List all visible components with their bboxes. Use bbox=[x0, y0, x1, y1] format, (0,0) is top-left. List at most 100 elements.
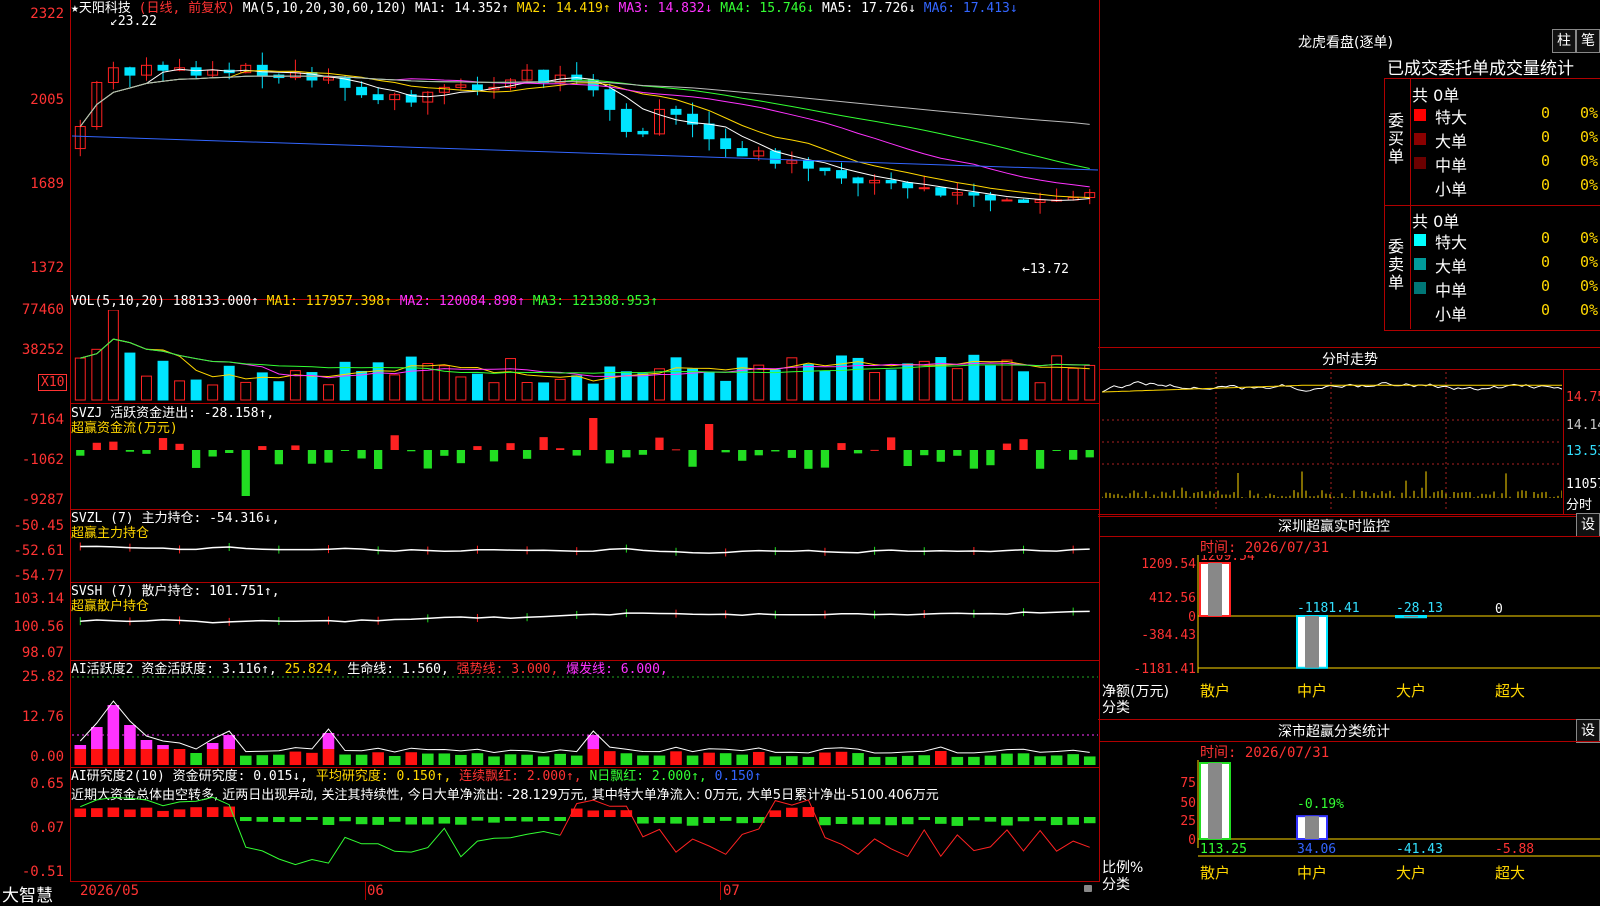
activity-bar bbox=[388, 755, 401, 765]
candle-body bbox=[157, 64, 169, 71]
activity-bar bbox=[604, 751, 616, 765]
volume-bar bbox=[604, 366, 616, 401]
activity-bar bbox=[223, 735, 236, 749]
research-bar bbox=[984, 817, 997, 822]
candle-body bbox=[190, 67, 202, 76]
activity-bar bbox=[1001, 753, 1013, 765]
research-bar bbox=[1050, 817, 1063, 826]
activity-bar bbox=[74, 745, 87, 749]
legend-swatch bbox=[1414, 258, 1426, 270]
sz-value-label: -28.13 bbox=[1396, 601, 1443, 616]
sz-monitor-chart: 1209.54 412.56 0 -384.43 -1181.41 1209.54 散户 -1… bbox=[1133, 555, 1600, 700]
flow-bar bbox=[522, 450, 532, 459]
activity-bar bbox=[74, 749, 87, 765]
activity-bar bbox=[703, 752, 715, 765]
svsh-panel[interactable]: 103.14 100.56 98.07 SVSH (7) 散户持仓: 101.7… bbox=[0, 583, 1100, 661]
activity-bar bbox=[1050, 755, 1063, 765]
volume-bar bbox=[1018, 371, 1029, 401]
flow-bar bbox=[506, 443, 515, 450]
svzj-panel[interactable]: 7164 -1062 -9287 SVZJ 活跃资金进出: -28.158↑, … bbox=[0, 404, 1100, 509]
x-tick bbox=[720, 882, 721, 900]
sz-value-label: 1209.54 bbox=[1200, 555, 1255, 564]
price-axis-label: 2005 bbox=[30, 92, 64, 108]
research-bar bbox=[124, 809, 136, 817]
sell-side-label: 委卖单 bbox=[1388, 237, 1405, 292]
retail-line bbox=[80, 610, 1090, 624]
volume-bar bbox=[637, 373, 649, 401]
kline-header: ★天阳科技 (日线, 前复权) MA(5,10,20,30,60,120) MA… bbox=[71, 1, 1018, 17]
ma-value: MA1: 14.352↑ bbox=[415, 1, 517, 16]
volume-bar bbox=[819, 370, 831, 401]
flow-bar bbox=[225, 450, 234, 453]
legend-swatch bbox=[1414, 109, 1426, 121]
research-bar bbox=[504, 817, 517, 821]
flow-bar bbox=[291, 445, 300, 450]
research-bar bbox=[488, 817, 500, 823]
candle-body bbox=[935, 187, 947, 196]
volume-bar bbox=[852, 357, 864, 401]
svzl-panel[interactable]: -50.45 -52.61 -54.77 SVZL (7) 主力持仓: -54.… bbox=[0, 510, 1100, 584]
class-value-label: 113.25 bbox=[1200, 842, 1247, 857]
tick-mode-button[interactable]: 笔 bbox=[1576, 29, 1600, 53]
flow-bar bbox=[638, 450, 648, 455]
sz-value-label: -1181.41 bbox=[1297, 601, 1360, 616]
research-bar bbox=[934, 817, 947, 824]
kline-panel[interactable]: 2322 2005 1689 1372 ★天阳科技 (日线, 前复权) MA(5… bbox=[0, 0, 1100, 299]
air-axis-label: 0.65 bbox=[30, 776, 64, 792]
flow-bar bbox=[754, 450, 763, 456]
research-bar bbox=[587, 810, 600, 817]
flow-bar bbox=[1035, 450, 1045, 469]
candle-body bbox=[372, 94, 384, 101]
flow-bar bbox=[92, 442, 101, 450]
longhu-tabs[interactable]: 已成交委托单成交量统计 bbox=[1387, 54, 1574, 79]
buy-row-pct: 0% bbox=[1579, 176, 1598, 194]
research-bar bbox=[537, 817, 550, 821]
ma30-line bbox=[79, 75, 1090, 169]
sz-monitor-title: 深圳超赢实时监控 bbox=[1278, 519, 1390, 535]
research-bar bbox=[918, 817, 931, 821]
lock-icon[interactable] bbox=[1084, 885, 1092, 892]
activity-bar bbox=[570, 755, 583, 765]
chart-area[interactable]: 2322 2005 1689 1372 ★天阳科技 (日线, 前复权) MA(5… bbox=[0, 0, 1100, 906]
activity-bar bbox=[339, 754, 351, 765]
flow-bar bbox=[804, 450, 813, 469]
activity-bar bbox=[1083, 756, 1096, 765]
research-bar bbox=[968, 817, 980, 821]
svzl-axis-label: -54.77 bbox=[13, 568, 64, 584]
svzj-axis-label: 7164 bbox=[30, 412, 64, 428]
legend-swatch bbox=[1414, 234, 1426, 246]
ai-research-panel[interactable]: 0.65 0.07 -0.51 AI研究度2(10) 资金研究度: 0.015↓… bbox=[0, 768, 1100, 881]
sz-class-settings-button[interactable]: 设 bbox=[1576, 719, 1600, 743]
svsh-axis-label: 98.07 bbox=[21, 645, 64, 661]
minute-price-line bbox=[1102, 381, 1562, 393]
activity-bar bbox=[140, 740, 153, 749]
flow-bar bbox=[142, 450, 151, 454]
flow-bar bbox=[771, 450, 780, 452]
sz-monitor-settings-button[interactable]: 设 bbox=[1576, 513, 1600, 537]
class-bar-shade bbox=[1305, 816, 1319, 839]
sz-class-title-divider bbox=[1100, 741, 1600, 742]
activity-bar bbox=[653, 755, 666, 765]
legend-swatch bbox=[1414, 133, 1426, 145]
volume-bar bbox=[1001, 359, 1013, 401]
volume-bar bbox=[587, 383, 599, 401]
brand-label: 大智慧 bbox=[2, 886, 53, 906]
volume-panel[interactable]: 77460 38252 X10 VOL(5,10,20) 188133.000↑… bbox=[0, 294, 1100, 403]
sell-row-pct: 0% bbox=[1579, 301, 1598, 319]
air-axis-label: -0.51 bbox=[21, 864, 64, 880]
class-axis-label: 75 bbox=[1180, 776, 1196, 791]
ai-activity-panel[interactable]: 25.82 12.76 0.00 AI活跃度2 资金活跃度: 3.116↑, 2… bbox=[0, 661, 1100, 767]
flow-bar bbox=[820, 450, 830, 468]
bar-mode-button[interactable]: 柱 bbox=[1552, 29, 1576, 53]
research-bar bbox=[1067, 817, 1079, 825]
volume-bar bbox=[372, 362, 384, 401]
flow-bar bbox=[258, 446, 267, 450]
class-category-label: 中户 bbox=[1297, 864, 1327, 882]
minute-chart bbox=[1102, 372, 1562, 512]
sz-monitor-axis-sub: 分类 bbox=[1102, 700, 1130, 716]
flow-bar bbox=[704, 424, 714, 450]
candle-body bbox=[124, 67, 136, 76]
ma-prefix: MA(5,10,20,30,60,120) bbox=[242, 1, 408, 16]
flow-bar bbox=[274, 450, 283, 465]
candle-body bbox=[968, 192, 980, 196]
